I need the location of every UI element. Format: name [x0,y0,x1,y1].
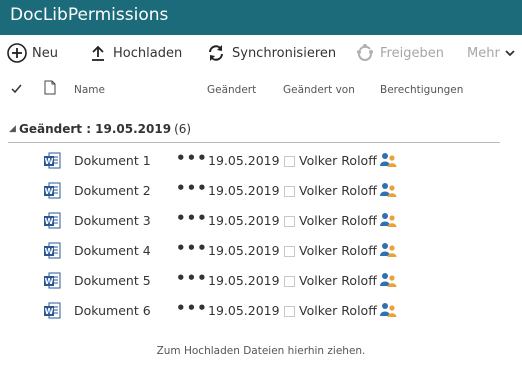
more-actions-icon[interactable]: ••• [176,179,208,197]
share-button[interactable]: Freigeben [355,42,444,64]
permissions-people-icon[interactable] [380,152,398,171]
file-type-column-icon[interactable] [44,80,56,98]
row-modified-by[interactable]: Volker Roloff [299,303,377,318]
table-row[interactable]: W Dokument 1 ••• 19.05.2019 Volker Rolof… [0,146,522,176]
row-name[interactable]: Dokument 2 [74,183,151,198]
more-actions-icon[interactable]: ••• [176,239,208,257]
row-modified-by[interactable]: Volker Roloff [299,183,377,198]
word-doc-icon[interactable]: W [43,152,61,173]
presence-checkbox[interactable] [284,276,295,287]
row-modified: 19.05.2019 [208,183,280,198]
group-header[interactable]: ◢ Geändert : 19.05.2019 (6) [8,120,500,143]
svg-text:W: W [45,187,54,196]
more-button-label: Mehr [467,45,500,61]
permissions-people-icon[interactable] [380,242,398,261]
column-name[interactable]: Name [74,84,105,96]
svg-text:W: W [45,277,54,286]
share-button-label: Freigeben [380,45,444,61]
upload-arrow-icon [90,44,106,62]
upload-button-label: Hochladen [113,45,183,61]
presence-checkbox[interactable] [284,246,295,257]
word-doc-icon[interactable]: W [43,272,61,293]
more-actions-icon[interactable]: ••• [176,149,208,167]
row-modified: 19.05.2019 [208,273,280,288]
row-name[interactable]: Dokument 4 [74,243,151,258]
more-button[interactable]: Mehr [467,42,515,64]
more-actions-icon[interactable]: ••• [176,209,208,227]
chevron-down-icon [505,49,515,57]
select-all-check-icon[interactable] [11,83,22,97]
table-row[interactable]: W Dokument 4 ••• 19.05.2019 Volker Rolof… [0,236,522,266]
table-row[interactable]: W Dokument 6 ••• 19.05.2019 Volker Rolof… [0,296,522,326]
column-header-row: Name Geändert Geändert von Berechtigunge… [0,76,522,104]
row-modified: 19.05.2019 [208,243,280,258]
drop-hint: Zum Hochladen Dateien hierhin ziehen. [156,345,366,357]
plus-circle-icon [7,43,27,63]
row-modified-by[interactable]: Volker Roloff [299,153,377,168]
presence-checkbox[interactable] [284,306,295,317]
collapse-triangle-icon[interactable]: ◢ [9,124,16,134]
permissions-people-icon[interactable] [380,272,398,291]
column-permissions[interactable]: Berechtigungen [380,84,463,96]
row-modified: 19.05.2019 [208,213,280,228]
svg-text:W: W [45,307,54,316]
word-doc-icon[interactable]: W [43,212,61,233]
new-button-label: Neu [32,45,58,61]
column-modified[interactable]: Geändert [207,84,256,96]
presence-checkbox[interactable] [284,156,295,167]
row-modified-by[interactable]: Volker Roloff [299,213,377,228]
word-doc-icon[interactable]: W [43,302,61,323]
presence-checkbox[interactable] [284,216,295,227]
sync-button-label: Synchronisieren [232,45,337,61]
title-bar: DocLibPermissions [0,0,522,35]
presence-checkbox[interactable] [284,186,295,197]
table-row[interactable]: W Dokument 3 ••• 19.05.2019 Volker Rolof… [0,206,522,236]
command-bar: Neu Hochladen Synchronisieren Freigeben … [0,36,522,70]
more-actions-icon[interactable]: ••• [176,299,208,317]
word-doc-icon[interactable]: W [43,242,61,263]
row-modified: 19.05.2019 [208,303,280,318]
row-name[interactable]: Dokument 6 [74,303,151,318]
svg-text:W: W [45,217,54,226]
row-modified-by[interactable]: Volker Roloff [299,273,377,288]
sync-button[interactable]: Synchronisieren [207,42,336,64]
row-name[interactable]: Dokument 5 [74,273,151,288]
row-name[interactable]: Dokument 3 [74,213,151,228]
permissions-people-edit-icon[interactable] [380,212,398,231]
svg-text:W: W [45,247,54,256]
page-title: DocLibPermissions [10,5,169,25]
column-modified-by[interactable]: Geändert von [283,84,355,96]
table-row[interactable]: W Dokument 5 ••• 19.05.2019 Volker Rolof… [0,266,522,296]
new-button[interactable]: Neu [7,42,58,64]
row-modified: 19.05.2019 [208,153,280,168]
row-name[interactable]: Dokument 1 [74,153,151,168]
word-doc-icon[interactable]: W [43,182,61,203]
table-row[interactable]: W Dokument 2 ••• 19.05.2019 Volker Rolof… [0,176,522,206]
sync-icon [207,44,225,62]
permissions-people-icon[interactable] [380,182,398,201]
upload-button[interactable]: Hochladen [90,42,182,64]
more-actions-icon[interactable]: ••• [176,269,208,287]
row-modified-by[interactable]: Volker Roloff [299,243,377,258]
share-icon [355,43,375,63]
permissions-people-icon[interactable] [380,302,398,321]
svg-text:W: W [45,157,54,166]
group-label: Geändert : 19.05.2019 (6) [19,122,192,136]
group-count: (6) [174,122,192,136]
